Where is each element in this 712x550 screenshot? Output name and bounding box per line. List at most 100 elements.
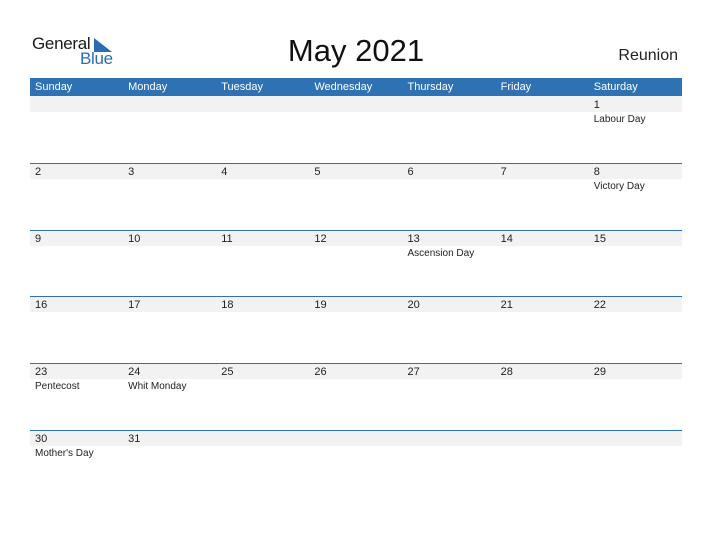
day-number: 9 (35, 233, 42, 245)
week-cells: 23 Pentecost 24 Whit Monday 25 26 27 28 29 (30, 363, 682, 429)
day-cell: 25 (216, 363, 309, 429)
day-number: 10 (128, 233, 141, 245)
day-number: 8 (593, 166, 600, 178)
day-cell: 11 (216, 230, 309, 296)
weekday-friday: Friday (500, 81, 532, 93)
day-cell (589, 430, 682, 496)
day-cell (496, 430, 589, 496)
day-number: 2 (35, 166, 42, 178)
day-cell: 24 Whit Monday (123, 363, 216, 429)
day-number: 5 (314, 166, 321, 178)
day-cell (403, 96, 496, 162)
day-cell: 7 (496, 163, 589, 229)
weekday-tuesday: Tuesday (221, 81, 264, 93)
day-cell (30, 96, 123, 162)
day-cell: 22 (589, 296, 682, 362)
day-number: 20 (407, 299, 420, 311)
day-cell: 30 Mother's Day (30, 430, 123, 496)
day-cell: 4 (216, 163, 309, 229)
day-number: 4 (221, 166, 228, 178)
day-number: 1 (593, 99, 600, 111)
holiday-label: Whit Monday (128, 381, 187, 392)
day-cell: 15 (589, 230, 682, 296)
day-number: 26 (314, 366, 327, 378)
week-cells: 30 Mother's Day 31 (30, 430, 682, 496)
day-cell (403, 430, 496, 496)
week-cells: 2 3 4 5 6 7 8 Victory Day (30, 163, 682, 229)
weekday-thursday: Thursday (407, 81, 454, 93)
day-cell: 12 (309, 230, 402, 296)
day-cell: 16 (30, 296, 123, 362)
day-cell: 19 (309, 296, 402, 362)
week-row: 2 3 4 5 6 7 8 Victory Day (30, 163, 682, 229)
day-cell: 31 (123, 430, 216, 496)
day-number: 24 (128, 366, 141, 378)
day-number: 12 (314, 233, 327, 245)
week-cells: 1 Labour Day (30, 96, 682, 162)
weekday-monday: Monday (128, 81, 168, 93)
day-cell: 3 (123, 163, 216, 229)
day-number: 27 (407, 366, 420, 378)
day-cell: 2 (30, 163, 123, 229)
day-cell: 5 (309, 163, 402, 229)
day-cell (309, 430, 402, 496)
day-cell: 14 (496, 230, 589, 296)
day-cell (496, 96, 589, 162)
day-number: 14 (500, 233, 513, 245)
day-cell: 17 (123, 296, 216, 362)
day-number: 13 (407, 233, 420, 245)
week-row: 9 10 11 12 13 Ascension Day 14 15 (30, 230, 682, 296)
day-cell: 6 (403, 163, 496, 229)
region-label: Reunion (618, 47, 678, 64)
day-cell: 23 Pentecost (30, 363, 123, 429)
day-number: 19 (314, 299, 327, 311)
day-number: 15 (593, 233, 606, 245)
week-cells: 9 10 11 12 13 Ascension Day 14 15 (30, 230, 682, 296)
day-number: 30 (35, 433, 48, 445)
calendar-title: May 2021 (287, 33, 425, 68)
week-cells: 16 17 18 19 20 21 22 (30, 296, 682, 362)
day-number: 25 (221, 366, 234, 378)
day-number: 18 (221, 299, 234, 311)
day-cell: 20 (403, 296, 496, 362)
week-row: 1 Labour Day (30, 96, 682, 162)
day-number: 6 (407, 166, 414, 178)
holiday-label: Ascension Day (407, 248, 475, 259)
day-number: 29 (593, 366, 606, 378)
holiday-label: Victory Day (593, 181, 645, 192)
day-cell: 10 (123, 230, 216, 296)
day-cell: 29 (589, 363, 682, 429)
holiday-label: Pentecost (35, 381, 80, 392)
day-cell (216, 430, 309, 496)
weekday-sunday: Sunday (35, 81, 73, 93)
day-cell: 1 Labour Day (589, 96, 682, 162)
day-cell (216, 96, 309, 162)
day-cell: 27 (403, 363, 496, 429)
day-number: 31 (128, 433, 141, 445)
day-number: 21 (500, 299, 513, 311)
day-cell: 13 Ascension Day (403, 230, 496, 296)
day-number: 3 (128, 166, 135, 178)
day-cell: 26 (309, 363, 402, 429)
day-number: 17 (128, 299, 141, 311)
day-cell (123, 96, 216, 162)
day-cell: 21 (496, 296, 589, 362)
day-number: 28 (500, 366, 513, 378)
weekday-saturday: Saturday (593, 81, 638, 93)
day-number: 7 (500, 166, 507, 178)
day-number: 22 (593, 299, 606, 311)
day-number: 16 (35, 299, 48, 311)
day-cell: 8 Victory Day (589, 163, 682, 229)
week-row: 23 Pentecost 24 Whit Monday 25 26 27 28 29 (30, 363, 682, 429)
day-number: 23 (35, 366, 48, 378)
holiday-label: Labour Day (593, 114, 646, 125)
day-cell (309, 96, 402, 162)
week-row: 30 Mother's Day 31 (30, 430, 682, 496)
holiday-label: Mother's Day (35, 448, 94, 459)
day-cell: 18 (216, 296, 309, 362)
weekday-wednesday: Wednesday (314, 81, 373, 93)
day-cell: 28 (496, 363, 589, 429)
day-number: 11 (221, 233, 233, 245)
week-row: 16 17 18 19 20 21 22 (30, 296, 682, 362)
day-cell: 9 (30, 230, 123, 296)
